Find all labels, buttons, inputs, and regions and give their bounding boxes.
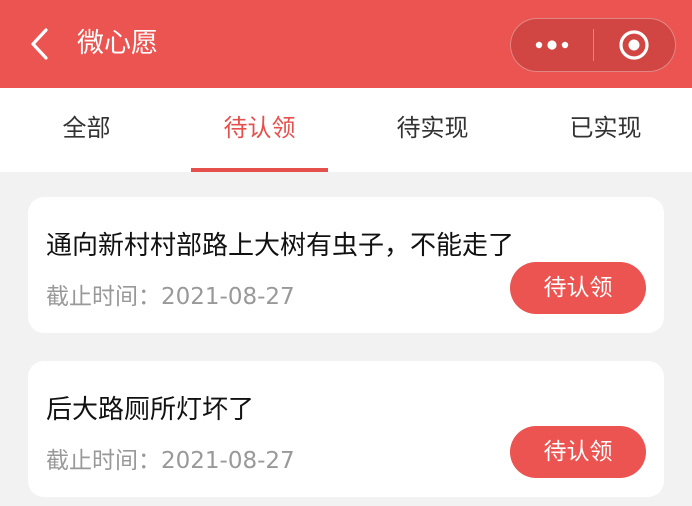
deadline-date: 2021-08-27 xyxy=(161,284,295,310)
tab-pending-fulfill[interactable]: 待实现 xyxy=(346,88,519,172)
claim-button[interactable]: 待认领 xyxy=(510,262,646,314)
tab-fulfilled[interactable]: 已实现 xyxy=(519,88,692,172)
active-tab-indicator xyxy=(191,168,328,172)
mini-program-capsule xyxy=(510,18,676,72)
deadline-label: 截止时间： xyxy=(46,284,161,310)
tab-pending-claim[interactable]: 待认领 xyxy=(173,88,346,172)
page-title: 微心愿 xyxy=(77,28,158,59)
tab-all[interactable]: 全部 xyxy=(0,88,173,172)
wish-deadline: 截止时间：2021-08-27 xyxy=(46,277,295,311)
more-button[interactable] xyxy=(511,19,593,71)
more-dots-icon xyxy=(535,40,569,50)
wish-title: 后大路厕所灯坏了 xyxy=(46,395,255,425)
nav-bar: 微心愿 xyxy=(0,0,692,88)
wish-card[interactable]: 通向新村村部路上大树有虫子，不能走了 截止时间：2021-08-27 待认领 xyxy=(28,197,664,333)
chevron-left-icon xyxy=(31,28,48,60)
status-tabs: 全部 待认领 待实现 已实现 xyxy=(0,88,692,172)
wish-deadline: 截止时间：2021-08-27 xyxy=(46,441,295,475)
deadline-label: 截止时间： xyxy=(46,448,161,474)
wish-card[interactable]: 后大路厕所灯坏了 截止时间：2021-08-27 待认领 xyxy=(28,361,664,497)
deadline-date: 2021-08-27 xyxy=(161,448,295,474)
close-button[interactable] xyxy=(594,19,675,71)
target-circle-icon xyxy=(619,30,650,60)
back-button[interactable] xyxy=(22,24,58,64)
wish-title: 通向新村村部路上大树有虫子，不能走了 xyxy=(46,231,515,261)
claim-button[interactable]: 待认领 xyxy=(510,426,646,478)
